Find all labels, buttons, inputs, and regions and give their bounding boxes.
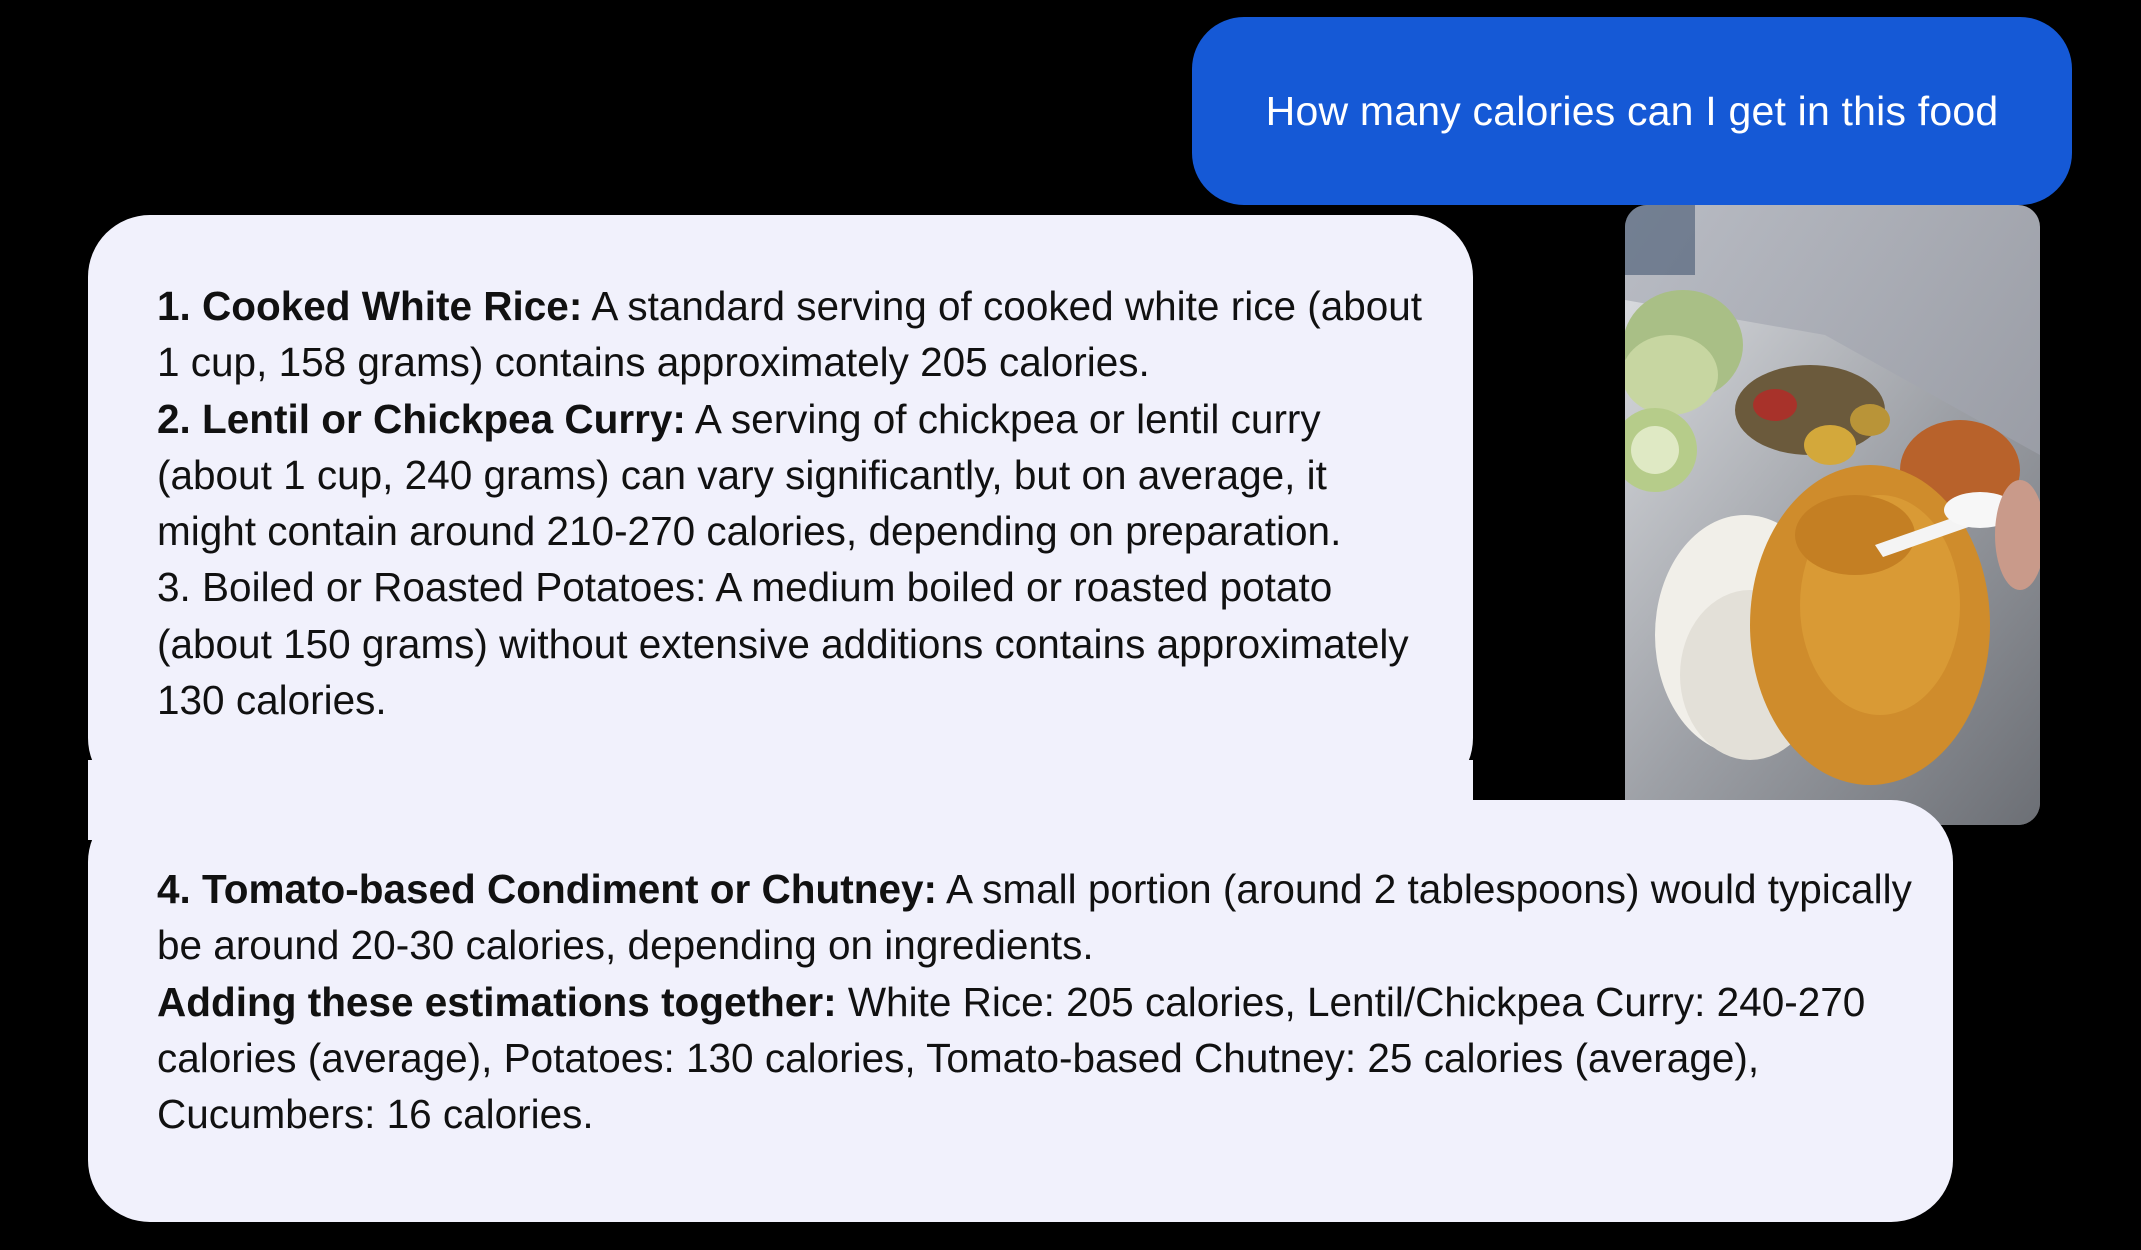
user-message-text: How many calories can I get in this food — [1265, 87, 1999, 134]
reply-item-label: 4. Tomato-based Condiment or Chutney: — [157, 866, 938, 912]
assistant-reply-bubble-1: 1. Cooked White Rice: A standard serving… — [88, 215, 1473, 800]
reply-item-rice: 1. Cooked White Rice: A standard serving… — [157, 278, 1433, 391]
food-photo-attachment[interactable] — [1625, 205, 2040, 825]
reply-item-label: Adding these estimations together: — [157, 978, 837, 1025]
food-tray-photo-icon — [1625, 205, 2040, 825]
reply-item-potatoes: 3. Boiled or Roasted Potatoes: A medium … — [157, 559, 1433, 728]
reply-item-label: 1. Cooked White Rice: — [157, 283, 583, 329]
reply-item-text: 3. Boiled or Roasted Potatoes: A medium … — [157, 564, 1409, 724]
assistant-reply-bubble-2: 4. Tomato-based Condiment or Chutney: A … — [88, 800, 1953, 1222]
user-message-bubble: How many calories can I get in this food — [1192, 17, 2072, 205]
reply-item-label: 2. Lentil or Chickpea Curry: — [157, 395, 686, 442]
reply-item-total: Adding these estimations together: White… — [157, 974, 1913, 1143]
reply-item-chutney: 4. Tomato-based Condiment or Chutney: A … — [157, 861, 1913, 974]
reply-item-curry: 2. Lentil or Chickpea Curry: A serving o… — [157, 391, 1433, 560]
